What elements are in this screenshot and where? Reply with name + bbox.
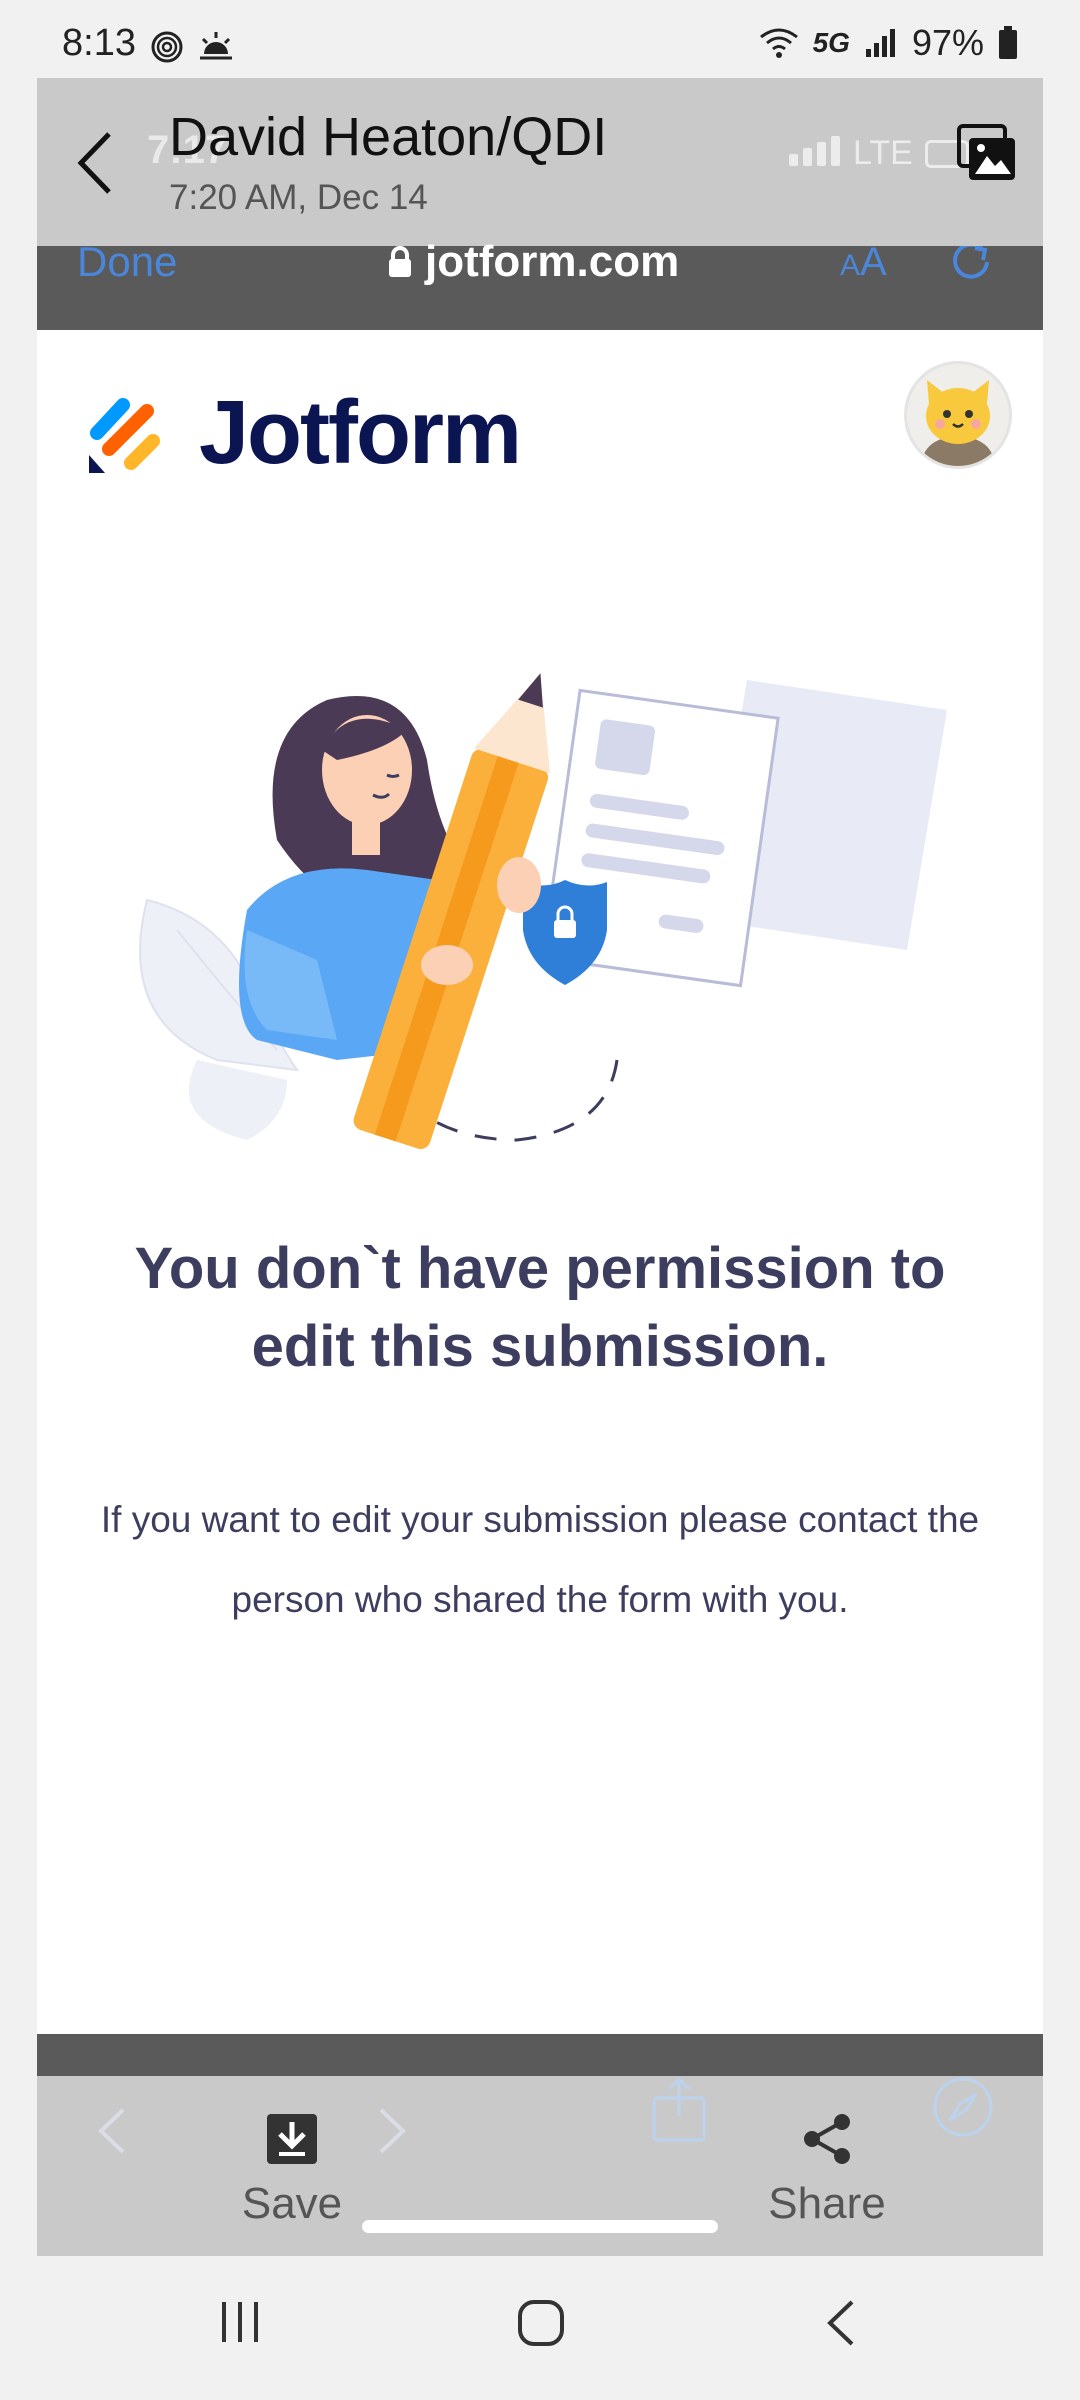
signal-icon [865, 29, 895, 57]
save-label: Save [241, 2179, 343, 2228]
page-description: If you want to edit your submission plea… [100, 1499, 980, 1620]
android-nav-bar [0, 2256, 1080, 2400]
share-sheet-bar: Save Share [37, 2076, 1043, 2256]
gallery-icon[interactable] [957, 124, 1019, 184]
text-size-label-large: A [860, 240, 887, 284]
share-icon [804, 2114, 850, 2164]
status-bar: 8:13 5G 97% [0, 0, 1080, 78]
url-text: jotform.com [425, 237, 680, 286]
jotform-logo-mark [89, 397, 160, 473]
brand-name: Jotform [199, 383, 522, 483]
message-header: 7:17 David Heaton/QDI 7:20 AM, Dec 14 LT… [37, 78, 1043, 246]
text-size-label: A [840, 249, 861, 282]
battery-icon [999, 26, 1017, 59]
jotform-logo[interactable]: Jotform [87, 382, 522, 485]
ghost-forward-icon [379, 2108, 406, 2154]
woman-hand [421, 945, 473, 985]
ghost-signal-icon [789, 136, 840, 166]
home-icon[interactable] [516, 2298, 566, 2348]
save-button[interactable]: Save [217, 2112, 367, 2229]
network-type: 5G [812, 27, 850, 58]
status-right-icons: 5G 97% [759, 22, 1018, 64]
back-icon[interactable] [826, 2298, 856, 2348]
ghost-share-icon [652, 2076, 706, 2142]
download-icon [267, 2114, 317, 2164]
share-button[interactable]: Share [737, 2112, 917, 2229]
sender-name: David Heaton/QDI [169, 107, 608, 167]
done-button[interactable]: Done [77, 241, 177, 283]
fingerprint-icon [151, 31, 183, 63]
status-time: 8:13 [62, 22, 136, 64]
lock-icon [389, 246, 411, 277]
page-heading: You don`t have permission to edit this s… [134, 1236, 946, 1379]
back-arrow-icon[interactable] [75, 130, 115, 196]
permission-illustration [139, 673, 947, 1149]
share-label: Share [768, 2179, 886, 2228]
avatar[interactable] [904, 361, 1012, 469]
battery-percent: 97% [911, 22, 984, 63]
ghost-compass-icon [933, 2077, 993, 2137]
cat-avatar-icon [921, 380, 995, 466]
ghost-network-type: LTE [853, 134, 913, 172]
wifi-icon [759, 28, 798, 58]
text-size-button[interactable]: AA [840, 242, 887, 282]
browser-toolbar-edge [37, 2034, 1043, 2076]
status-left-icons [150, 30, 234, 64]
reload-icon[interactable] [949, 246, 993, 282]
recents-icon[interactable] [218, 2298, 264, 2344]
web-page: Jotform You don`t have permission to edi… [37, 330, 1043, 2034]
home-indicator[interactable] [362, 2220, 718, 2233]
browser-url-bar: Done jotform.com AA [37, 237, 1043, 330]
url-field[interactable]: jotform.com [387, 237, 680, 286]
message-timestamp: 7:20 AM, Dec 14 [169, 178, 428, 217]
ghost-back-icon [98, 2108, 125, 2154]
weather-icon [200, 32, 232, 60]
